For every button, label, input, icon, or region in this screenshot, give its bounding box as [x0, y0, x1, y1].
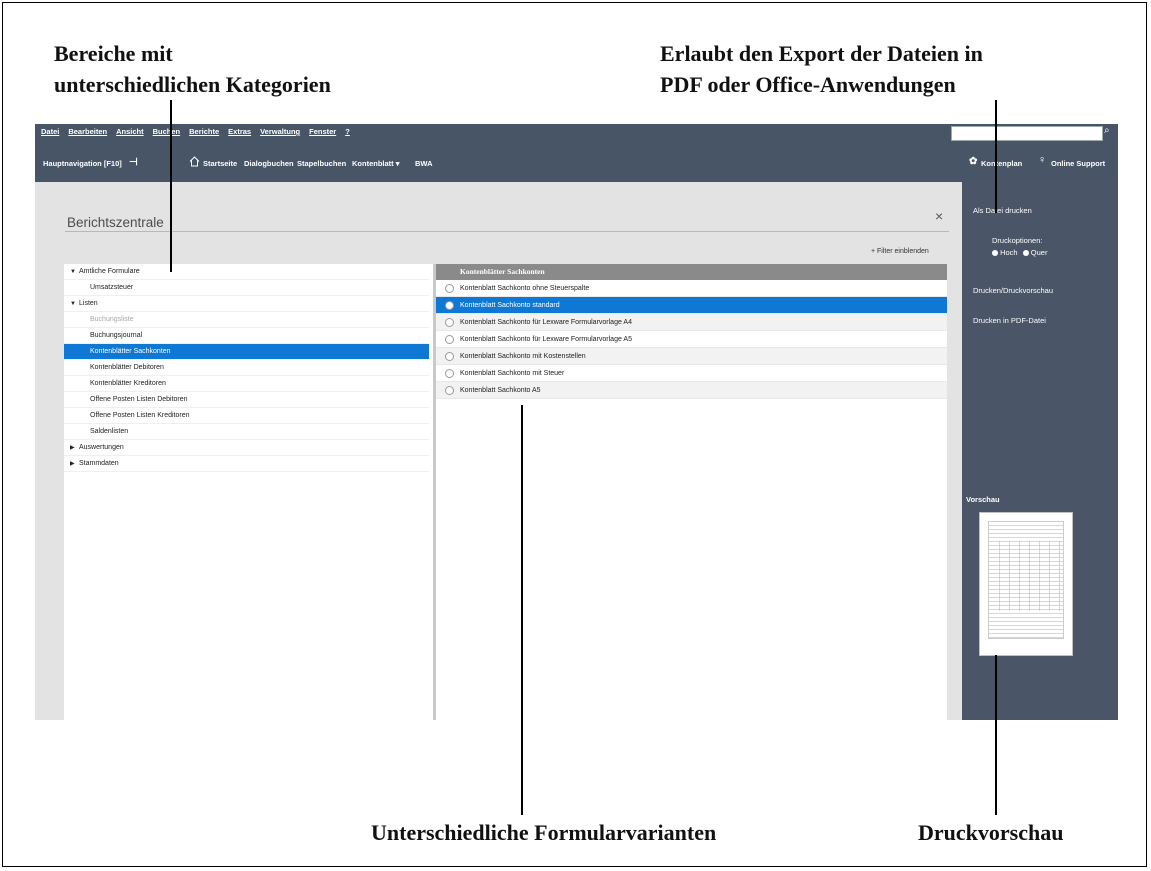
nav-stapelbuchen[interactable]: Stapelbuchen [297, 159, 346, 168]
online-support-button[interactable]: Online Support [1051, 159, 1105, 168]
nav-bwa[interactable]: BWA [415, 159, 433, 168]
print-preview-thumbnail[interactable] [979, 512, 1073, 656]
menu-fenster[interactable]: Fenster [309, 127, 336, 136]
form-variant-row-selected[interactable]: Kontenblatt Sachkonto standard [436, 297, 947, 314]
orientation-quer[interactable]: Quer [1031, 248, 1048, 257]
menu-datei[interactable]: Datei [41, 127, 59, 136]
radio-hoch-icon[interactable] [992, 250, 998, 257]
category-tree: ▼ Amtliche Formulare Umsatzsteuer ▼ Listen… [64, 264, 433, 720]
filter-toggle-link[interactable]: + Filter einblenden [871, 248, 929, 255]
callout-druckvorschau: Druckvorschau [918, 820, 1064, 845]
tree-group-amtliche-formulare[interactable]: ▼ Amtliche Formulare [64, 264, 429, 280]
menu-buchen[interactable]: Buchen [153, 127, 181, 136]
callout-categories-line2: unterschiedlichen Kategorien [54, 72, 331, 97]
caret-down-icon: ▼ [70, 301, 76, 307]
leader-line-formvarianten [521, 405, 523, 815]
orientation-options: Hoch Quer [992, 248, 1047, 257]
nav-kontenblatt[interactable]: Kontenblatt ▾ [352, 159, 400, 168]
form-variant-row[interactable]: Kontenblatt Sachkonto mit Kostenstellen [436, 348, 947, 365]
callout-export-line2: PDF oder Office-Anwendungen [660, 72, 956, 97]
radio-icon[interactable] [445, 284, 454, 293]
title-divider [65, 231, 949, 232]
callout-export-line1: Erlaubt den Export der Dateien in [660, 41, 983, 66]
callout-formvarianten: Unterschiedliche Formularvarianten [371, 820, 717, 845]
orientation-hoch[interactable]: Hoch [1000, 248, 1018, 257]
radio-icon[interactable] [445, 369, 454, 378]
tree-item-op-listen-debitoren[interactable]: Offene Posten Listen Debitoren [64, 392, 429, 408]
menu-verwaltung[interactable]: Verwaltung [260, 127, 300, 136]
callout-categories-line1: Bereiche mit [54, 41, 173, 66]
kontenplan-button[interactable]: Kontenplan [981, 159, 1022, 168]
druckoptionen-label: Druckoptionen: [992, 236, 1043, 245]
menu-ansicht[interactable]: Ansicht [116, 127, 144, 136]
search-icon[interactable]: ⌕ [1104, 125, 1110, 136]
hauptnavigation-button[interactable]: Hauptnavigation [F10] [43, 159, 122, 168]
tree-item-buchungsjournal[interactable]: Buchungsjournal [64, 328, 429, 344]
tree-item-kontenblaetter-kreditoren[interactable]: Kontenblätter Kreditoren [64, 376, 429, 392]
drucken-pdf-link[interactable]: Drucken in PDF-Datei [973, 316, 1046, 325]
nav-dialogbuchen[interactable]: Dialogbuchen [244, 159, 294, 168]
tree-item-kontenblaetter-sachkonten[interactable]: Kontenblätter Sachkonten [64, 344, 429, 360]
home-icon [189, 156, 200, 167]
tree-group-stammdaten[interactable]: ▶ Stammdaten [64, 456, 429, 472]
preview-table-lines [990, 541, 1060, 611]
caret-right-icon: ▶ [70, 445, 75, 451]
form-list-header: Kontenblätter Sachkonten [436, 264, 947, 280]
tree-item-op-listen-kreditoren[interactable]: Offene Posten Listen Kreditoren [64, 408, 429, 424]
form-variants-list: Kontenblätter Sachkonten Kontenblatt Sac… [436, 264, 947, 720]
gear-icon: ✿ [969, 156, 978, 167]
search-input[interactable] [951, 126, 1103, 141]
caret-right-icon: ▶ [70, 461, 75, 467]
radio-icon[interactable] [445, 318, 454, 327]
berichtszentrale-panel: Berichtszentrale × + Filter einblenden ▼… [35, 182, 962, 720]
leader-line-categories [170, 100, 172, 272]
leader-line-druckvorschau [995, 655, 997, 815]
tree-group-auswertungen[interactable]: ▶ Auswertungen [64, 440, 429, 456]
menu-help[interactable]: ? [345, 127, 350, 136]
leader-line-export [995, 100, 997, 213]
radio-icon[interactable] [445, 352, 454, 361]
menu-berichte[interactable]: Berichte [189, 127, 219, 136]
app-window: Datei Bearbeiten Ansicht Buchen Berichte… [35, 124, 1118, 720]
radio-icon[interactable] [445, 335, 454, 344]
radio-quer-icon[interactable] [1022, 250, 1029, 257]
form-variant-row[interactable]: Kontenblatt Sachkonto ohne Steuerspalte [436, 280, 947, 297]
form-variant-row[interactable]: Kontenblatt Sachkonto A5 [436, 382, 947, 399]
form-variant-row[interactable]: Kontenblatt Sachkonto für Lexware Formul… [436, 314, 947, 331]
tree-item-saldenlisten[interactable]: Saldenlisten [64, 424, 429, 440]
caret-down-icon: ▼ [70, 269, 76, 275]
page-title: Berichtszentrale [67, 215, 164, 230]
tree-group-listen[interactable]: ▼ Listen [64, 296, 429, 312]
form-variant-row[interactable]: Kontenblatt Sachkonto für Lexware Formul… [436, 331, 947, 348]
drucken-vorschau-link[interactable]: Drucken/Druckvorschau [973, 286, 1053, 295]
menu-bar: Datei Bearbeiten Ansicht Buchen Berichte… [35, 124, 1118, 142]
tree-item-kontenblaetter-debitoren[interactable]: Kontenblätter Debitoren [64, 360, 429, 376]
navigation-bar: Hauptnavigation [F10] ⊣ Startseite Dialo… [35, 142, 1118, 182]
pin-icon[interactable]: ⊣ [129, 157, 138, 168]
als-datei-drucken-link[interactable]: Als Datei drucken [973, 206, 1032, 215]
vorschau-label: Vorschau [966, 495, 1000, 504]
radio-icon[interactable] [445, 386, 454, 395]
tree-item-umsatzsteuer[interactable]: Umsatzsteuer [64, 280, 429, 296]
print-sidebar: Als Datei drucken Druckoptionen: Hoch Qu… [962, 182, 1118, 720]
menu-bearbeiten[interactable]: Bearbeiten [68, 127, 107, 136]
close-icon[interactable]: × [935, 208, 943, 224]
lightbulb-icon: ♀ [1038, 154, 1047, 166]
form-variant-row[interactable]: Kontenblatt Sachkonto mit Steuer [436, 365, 947, 382]
radio-icon[interactable] [445, 301, 454, 310]
tree-item-buchungsliste: Buchungsliste [64, 312, 429, 328]
menu-extras[interactable]: Extras [228, 127, 251, 136]
nav-startseite[interactable]: Startseite [203, 159, 237, 168]
